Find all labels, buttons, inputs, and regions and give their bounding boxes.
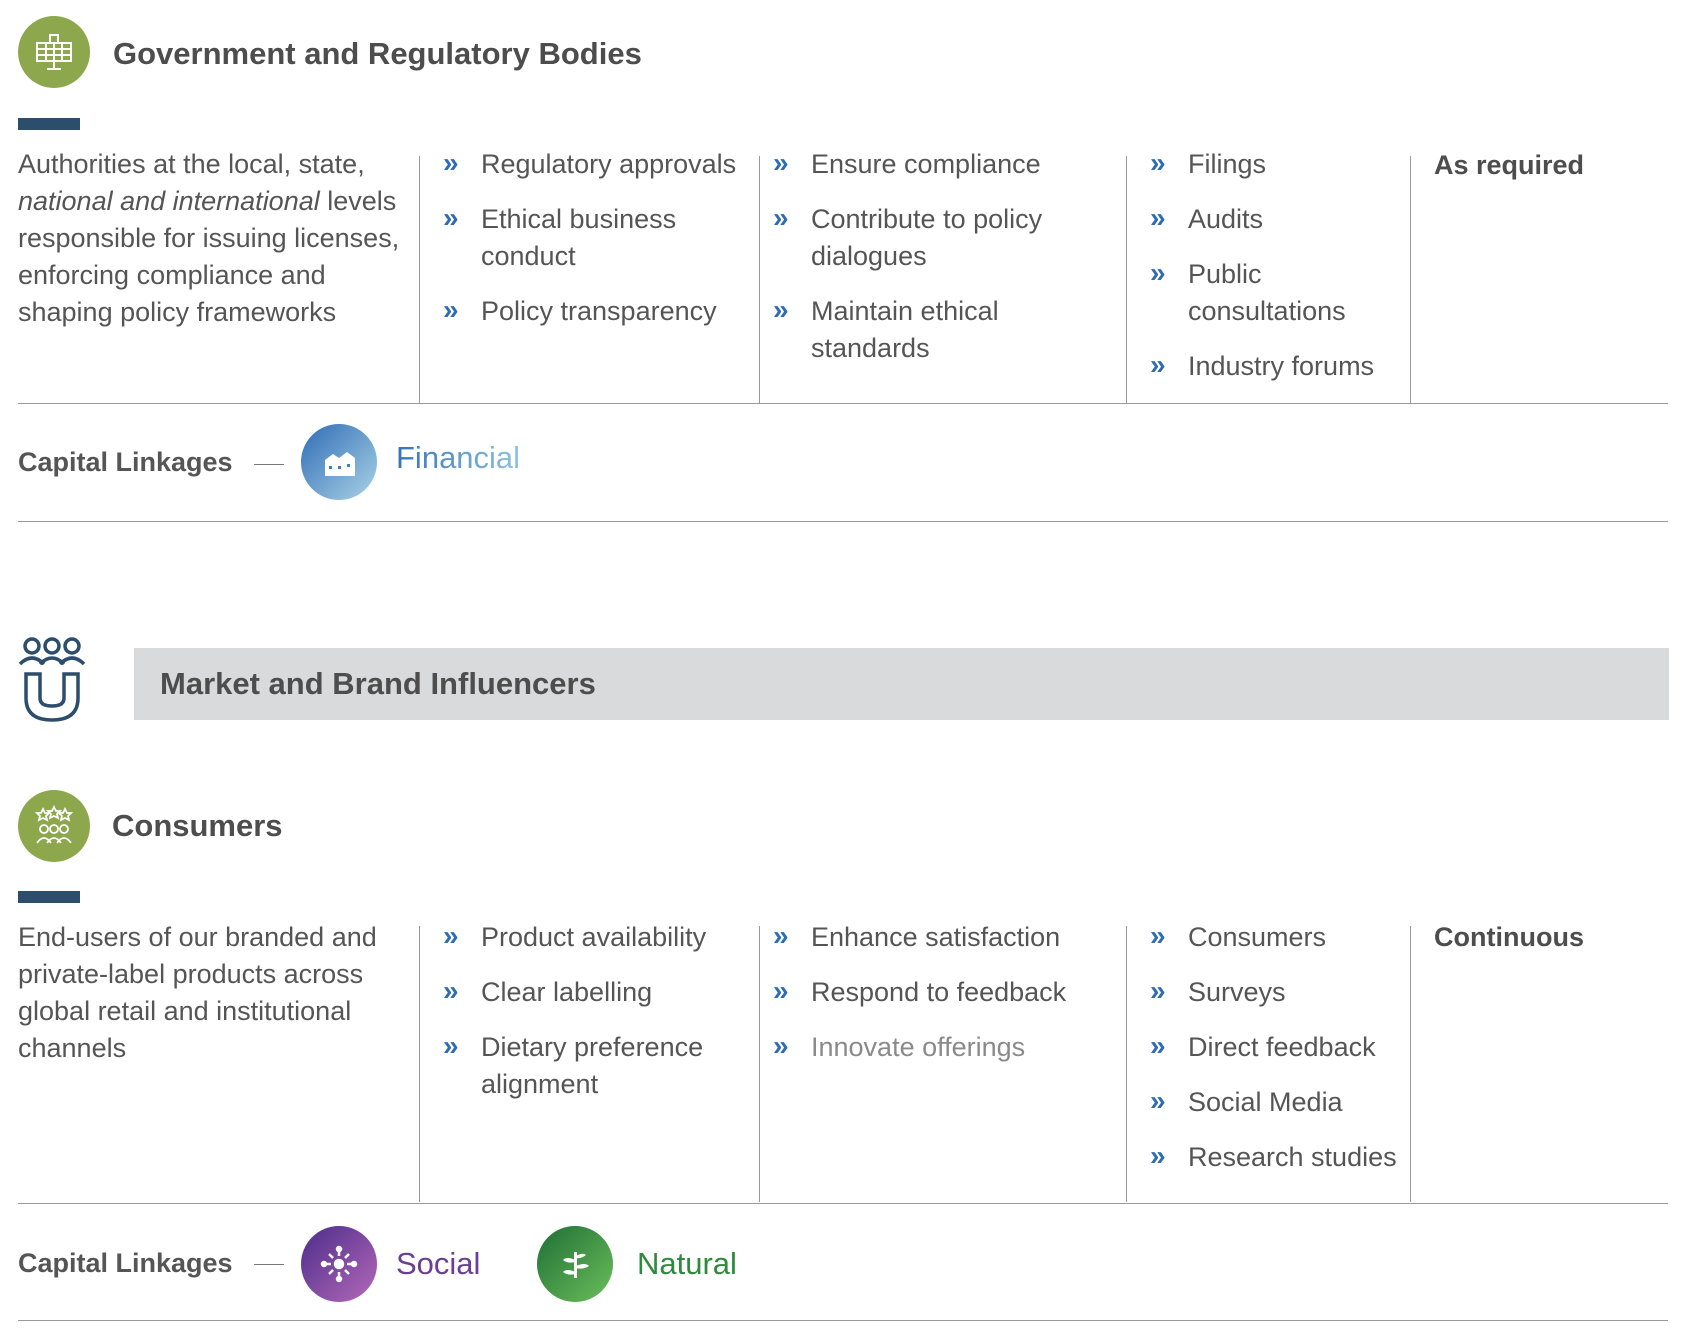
column-divider xyxy=(1410,156,1411,403)
section-title-government: Government and Regulatory Bodies xyxy=(113,36,642,71)
column-divider xyxy=(1126,156,1127,403)
column-divider xyxy=(1126,926,1127,1202)
column-divider xyxy=(1410,926,1411,1202)
chevron-icon: » xyxy=(1150,257,1166,288)
chevron-icon: » xyxy=(773,294,789,325)
channels-list: » Consumers » Surveys » Direct feedback » So… xyxy=(1150,919,1410,1194)
capital-name-natural: Natural xyxy=(637,1246,737,1281)
stakeholder-description: Authorities at the local, state, nationa… xyxy=(18,146,408,331)
consumers-icon xyxy=(18,790,90,862)
natural-capital-icon xyxy=(537,1226,613,1302)
chevron-icon: » xyxy=(1150,1085,1166,1116)
chevron-icon: » xyxy=(1150,349,1166,380)
chevron-icon: » xyxy=(1150,147,1166,178)
chevron-icon: » xyxy=(443,294,459,325)
banner-title: Market and Brand Influencers xyxy=(160,666,596,701)
chevron-icon: » xyxy=(773,1030,789,1061)
list-item: » Product availability xyxy=(443,919,743,956)
financial-capital-icon xyxy=(301,424,377,500)
list-item: » Regulatory approvals xyxy=(443,146,743,183)
chevron-icon: » xyxy=(443,920,459,951)
list-item: » Innovate offerings xyxy=(773,1029,1113,1066)
list-item: » Consumers xyxy=(1150,919,1410,956)
section-title-consumers: Consumers xyxy=(112,808,283,843)
list-item: » Clear labelling xyxy=(443,974,743,1011)
chevron-icon: » xyxy=(1150,975,1166,1006)
list-item: » Social Media xyxy=(1150,1084,1410,1121)
accent-bar xyxy=(18,118,80,130)
row-divider xyxy=(18,1320,1668,1321)
list-item: » Industry forums xyxy=(1150,348,1410,385)
column-divider xyxy=(419,926,420,1202)
list-item: » Enhance satisfaction xyxy=(773,919,1113,956)
chevron-icon: » xyxy=(773,202,789,233)
column-divider xyxy=(419,156,420,403)
list-item: » Public consultations xyxy=(1150,256,1410,330)
concerns-list: » Regulatory approvals » Ethical business … xyxy=(443,146,743,348)
chevron-icon: » xyxy=(443,202,459,233)
chevron-icon: » xyxy=(443,1030,459,1061)
capital-linkages-label: Capital Linkages xyxy=(18,1248,233,1278)
chevron-icon: » xyxy=(443,147,459,178)
row-divider xyxy=(18,403,1668,404)
capital-name-social: Social xyxy=(396,1246,481,1281)
chevron-icon: » xyxy=(773,147,789,178)
channels-list: » Filings » Audits » Public consultations »… xyxy=(1150,146,1410,403)
list-item: » Respond to feedback xyxy=(773,974,1113,1011)
dash-separator xyxy=(254,1264,284,1265)
frequency-label: As required xyxy=(1434,150,1585,180)
list-item: » Ensure compliance xyxy=(773,146,1103,183)
column-divider xyxy=(759,156,760,403)
concerns-list: » Product availability » Clear labelling »… xyxy=(443,919,743,1121)
chevron-icon: » xyxy=(1150,920,1166,951)
list-item: » Filings xyxy=(1150,146,1410,183)
list-item: » Audits xyxy=(1150,201,1410,238)
objectives-list: » Ensure compliance » Contribute to policy… xyxy=(773,146,1103,385)
capital-name-financial: Financial xyxy=(396,440,521,475)
capital-linkages-label: Capital Linkages xyxy=(18,447,233,477)
description-text: Authorities at the local, state, xyxy=(18,149,365,179)
magnet-people-icon xyxy=(16,634,88,726)
building-icon xyxy=(18,16,90,88)
row-divider xyxy=(18,521,1668,522)
list-item: » Ethical business conduct xyxy=(443,201,743,275)
stakeholder-description: End-users of our branded and private-lab… xyxy=(18,922,377,1063)
list-item: » Research studies xyxy=(1150,1139,1410,1176)
list-item: » Policy transparency xyxy=(443,293,743,330)
section-banner: Market and Brand Influencers xyxy=(134,648,1669,720)
chevron-icon: » xyxy=(1150,1030,1166,1061)
list-item: » Maintain ethical standards xyxy=(773,293,1103,367)
chevron-icon: » xyxy=(1150,202,1166,233)
column-divider xyxy=(759,926,760,1202)
chevron-icon: » xyxy=(773,920,789,951)
list-item: » Direct feedback xyxy=(1150,1029,1410,1066)
list-item: » Contribute to policy dialogues xyxy=(773,201,1103,275)
description-italic: national and international xyxy=(18,186,320,216)
social-capital-icon xyxy=(301,1226,377,1302)
accent-bar xyxy=(18,891,80,903)
list-item: » Dietary preference alignment xyxy=(443,1029,743,1103)
chevron-icon: » xyxy=(773,975,789,1006)
row-divider xyxy=(18,1203,1668,1204)
frequency-label: Continuous xyxy=(1434,922,1584,952)
list-item: » Surveys xyxy=(1150,974,1410,1011)
objectives-list: » Enhance satisfaction » Respond to feedba… xyxy=(773,919,1113,1084)
chevron-icon: » xyxy=(443,975,459,1006)
dash-separator xyxy=(254,464,284,465)
chevron-icon: » xyxy=(1150,1140,1166,1171)
